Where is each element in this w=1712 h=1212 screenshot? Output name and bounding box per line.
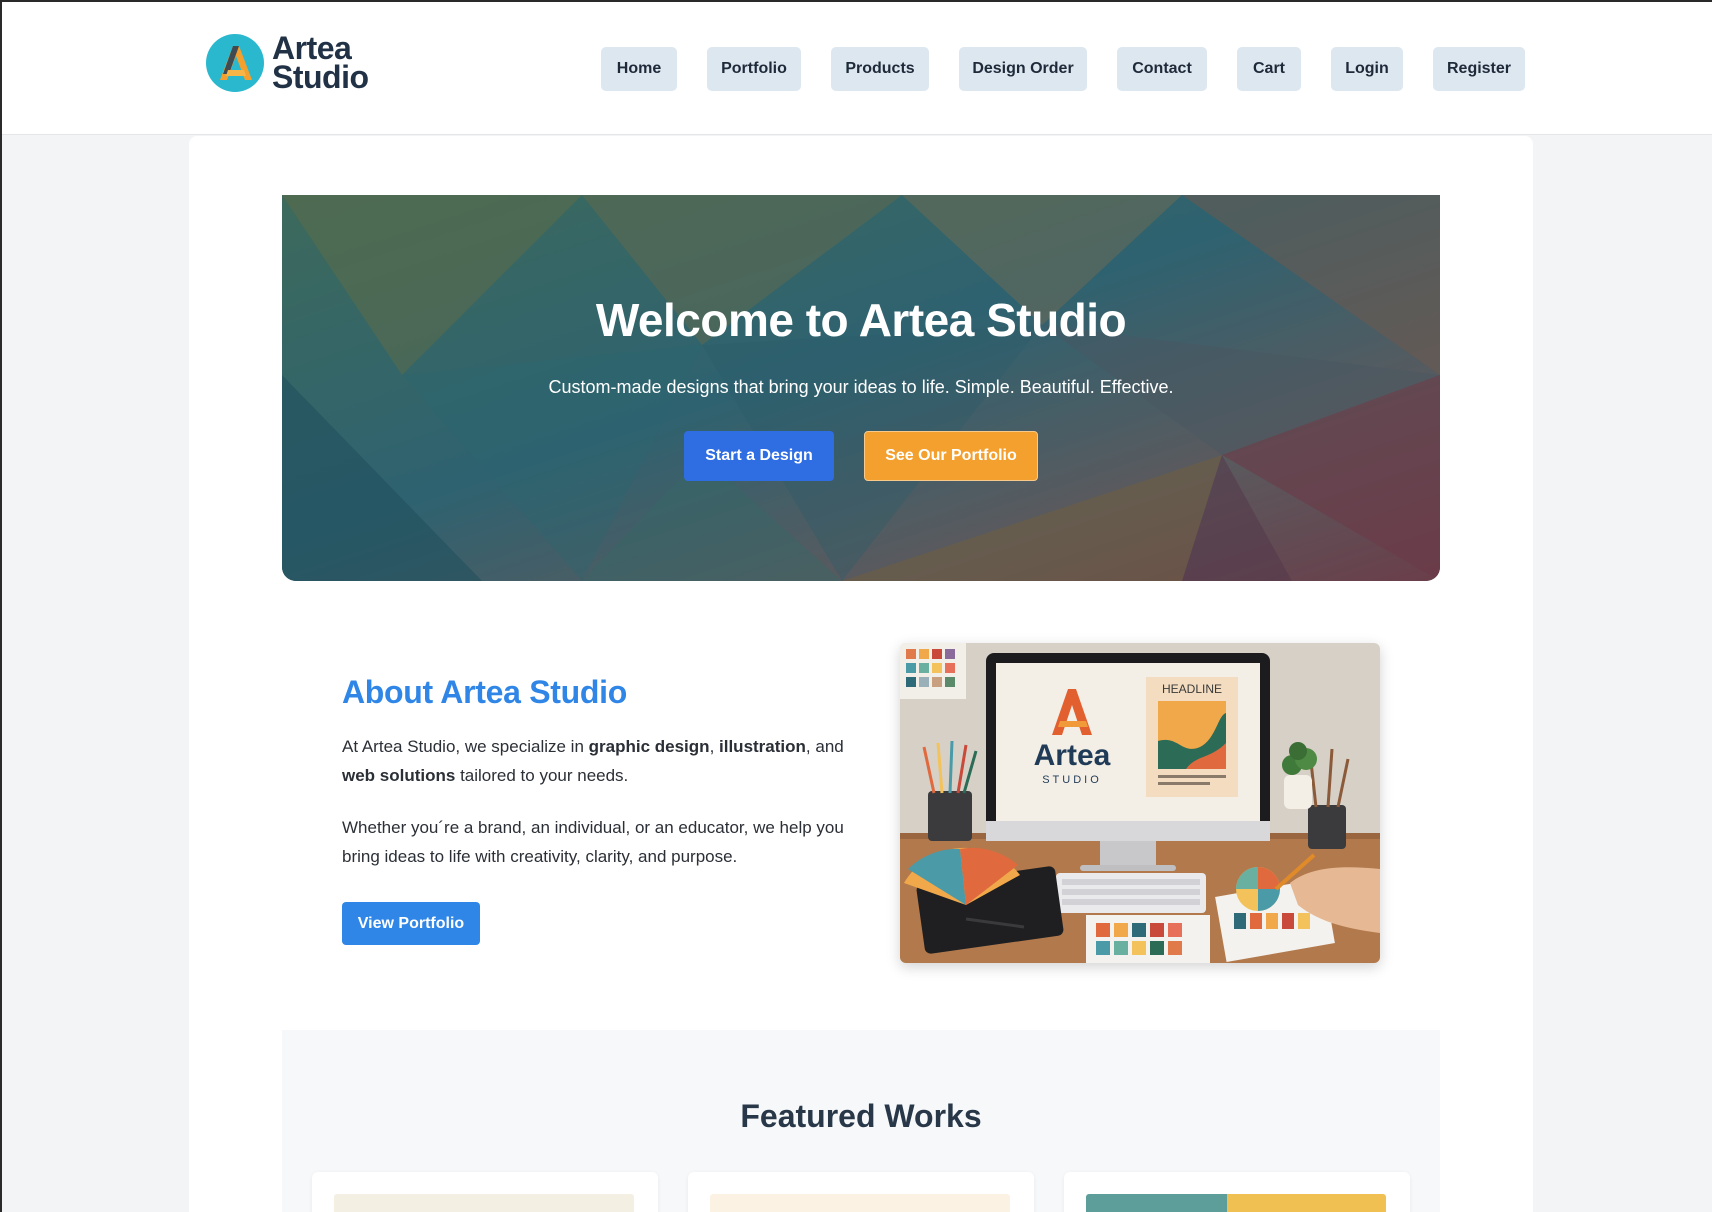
featured-thumb-2: [710, 1194, 1010, 1212]
site-header: Artea Studio Home Portfolio Products Des…: [2, 2, 1712, 135]
featured-card-1[interactable]: [312, 1172, 658, 1212]
start-design-button[interactable]: Start a Design: [684, 431, 834, 481]
about-p1-sep: ,: [709, 737, 720, 756]
nav-products[interactable]: Products: [831, 47, 929, 91]
nav-login[interactable]: Login: [1331, 47, 1403, 91]
nav-home[interactable]: Home: [601, 47, 677, 91]
main-nav: Home Portfolio Products Design Order Con…: [2, 47, 1712, 91]
about-p1-end: tailored to your needs.: [455, 766, 629, 785]
see-portfolio-button[interactable]: See Our Portfolio: [864, 431, 1038, 481]
featured-card-2[interactable]: [688, 1172, 1034, 1212]
about-p1-bold-web: web solutions: [342, 766, 456, 785]
about-p1-bold-graphic: graphic design: [588, 737, 710, 756]
screen-logo-text: Artea: [1034, 739, 1111, 772]
poster-headline-text: HEADLINE: [1162, 682, 1222, 696]
about-title: About Artea Studio: [342, 674, 627, 710]
about-paragraph-2: Whether you´re a brand, an individual, o…: [342, 818, 844, 866]
about-paragraph-1: At Artea Studio, we specialize in graphi…: [342, 732, 852, 790]
browser-viewport: Artea Studio Home Portfolio Products Des…: [0, 0, 1712, 1212]
about-p1-and: , and: [805, 737, 844, 756]
nav-cart[interactable]: Cart: [1237, 47, 1301, 91]
about-studio-image: Artea STUDIO HEADLINE: [900, 643, 1380, 963]
view-portfolio-button[interactable]: View Portfolio: [342, 902, 480, 945]
featured-thumb-3: [1086, 1194, 1386, 1212]
hero-banner: Welcome to Artea Studio Custom-made desi…: [282, 195, 1440, 581]
hero-subtitle: Custom-made designs that bring your idea…: [548, 377, 1174, 397]
screen-logo-subtext: STUDIO: [1042, 774, 1102, 786]
nav-design-order[interactable]: Design Order: [959, 47, 1087, 91]
nav-register[interactable]: Register: [1433, 47, 1525, 91]
featured-thumb-1: [334, 1194, 634, 1212]
about-p1-bold-illustration: illustration: [719, 737, 806, 756]
nav-portfolio[interactable]: Portfolio: [707, 47, 801, 91]
featured-title: Featured Works: [740, 1098, 982, 1134]
hero-title: Welcome to Artea Studio: [595, 294, 1127, 346]
nav-contact[interactable]: Contact: [1117, 47, 1207, 91]
featured-card-3[interactable]: [1064, 1172, 1410, 1212]
featured-works-section: Featured Works: [282, 1030, 1440, 1212]
about-p1-text: At Artea Studio, we specialize in: [342, 737, 589, 756]
